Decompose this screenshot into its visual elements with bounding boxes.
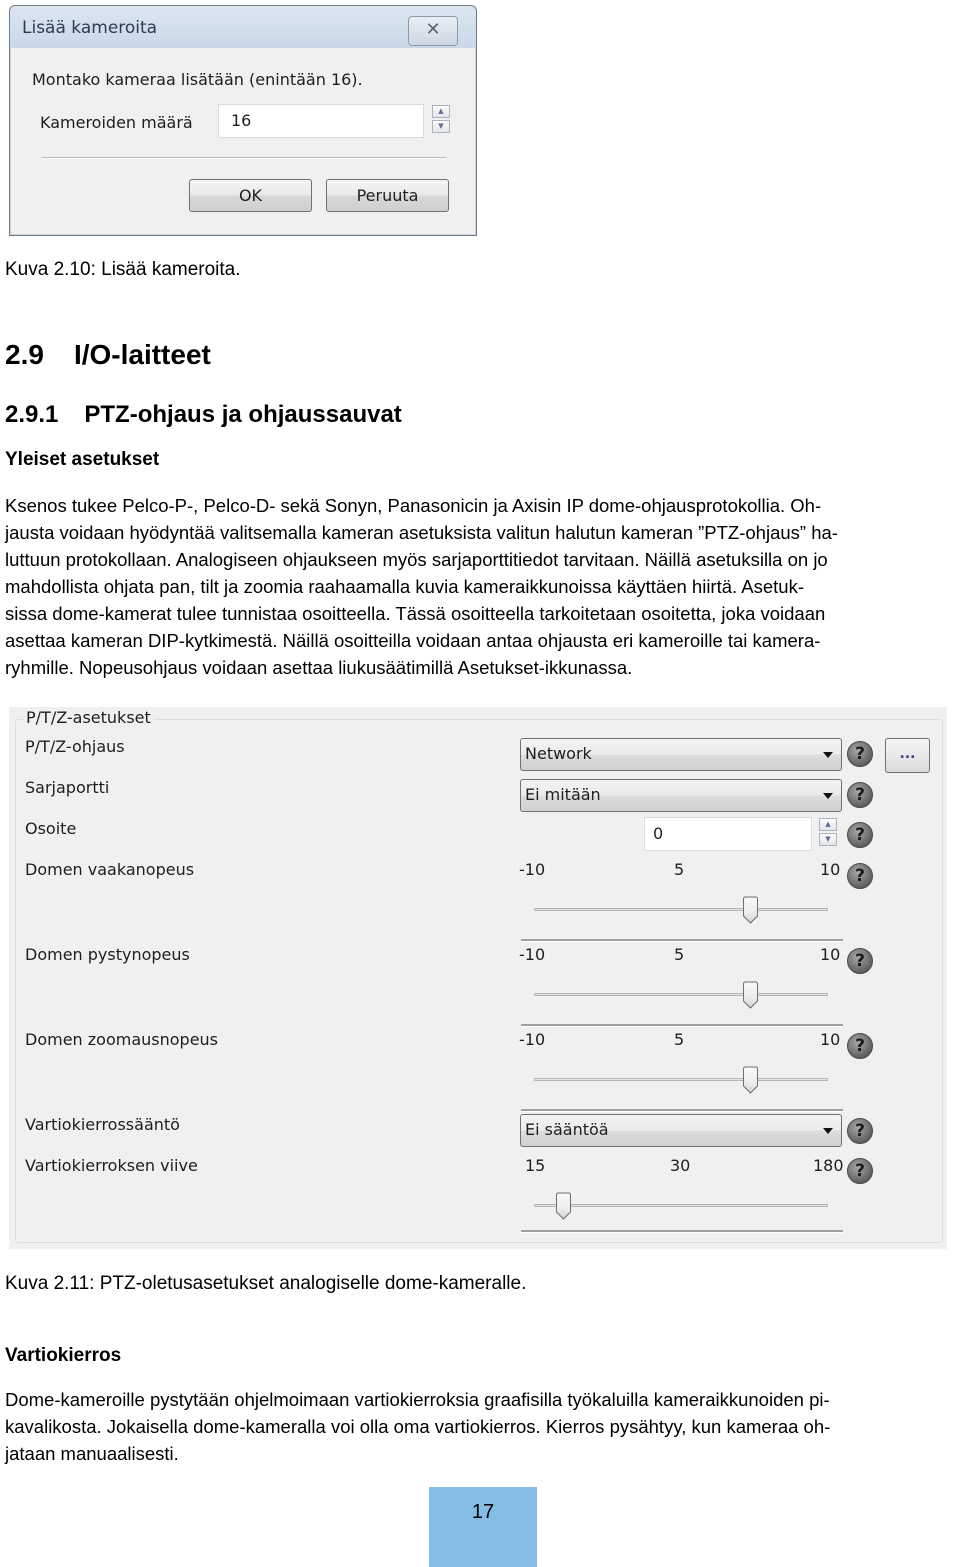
spin-up-button[interactable]: ▲: [432, 105, 450, 118]
zoom-speed-mid: 5: [674, 1030, 685, 1049]
paragraph-line: jausta voidaan hyödyntää valitsemalla ka…: [5, 522, 838, 543]
row-divider: [521, 1109, 843, 1112]
dropdown-arrow-icon: [823, 752, 833, 758]
serial-port-label: Sarjaportti: [25, 778, 110, 797]
patrol-delay-min: 15: [525, 1156, 546, 1175]
serial-port-select[interactable]: Ei mitään: [520, 779, 842, 812]
subsection-title: PTZ-ohjaus ja ohjaussauvat: [84, 401, 402, 428]
spin-up-button[interactable]: ▲: [819, 818, 837, 831]
tilt-speed-min: -10: [519, 945, 546, 964]
figure-caption-2-10: Kuva 2.10: Lisää kameroita.: [5, 259, 241, 280]
help-icon[interactable]: ?: [847, 1118, 873, 1144]
pan-speed-min: -10: [519, 860, 546, 879]
row-divider: [521, 939, 843, 942]
dropdown-arrow-icon: [823, 1128, 833, 1134]
spin-down-button[interactable]: ▼: [819, 833, 837, 846]
section-heading: 2.9 I/O-laitteet: [5, 339, 211, 371]
camera-count-input[interactable]: 16: [218, 104, 424, 138]
patrol-delay-slider-track[interactable]: [534, 1204, 828, 1207]
help-icon[interactable]: ?: [847, 1033, 873, 1059]
paragraph-line: Dome-kameroille pystytään ohjelmoimaan v…: [5, 1389, 830, 1410]
help-icon[interactable]: ?: [847, 1158, 873, 1184]
dialog-title: Lisää kameroita: [22, 18, 158, 38]
paragraph-line: jataan manuaalisesti.: [5, 1443, 179, 1464]
zoom-speed-min: -10: [519, 1030, 546, 1049]
paragraph-line: ryhmille. Nopeusohjaus voidaan asettaa l…: [5, 657, 633, 678]
paragraph-line: luttuun protokollaan. Analogiseen ohjauk…: [5, 549, 828, 570]
address-stepper: ▲ ▼: [819, 818, 837, 848]
close-icon: ✕: [425, 19, 441, 40]
camera-count-label: Kameroiden määrä: [40, 113, 193, 132]
patrol-delay-max: 180: [813, 1156, 844, 1175]
help-icon[interactable]: ?: [847, 822, 873, 848]
zoom-speed-max: 10: [820, 1030, 841, 1049]
heading-patrol: Vartiokierros: [5, 1345, 122, 1366]
paragraph-line: mahdollista ohjata pan, tilt ja zoomia r…: [5, 576, 804, 597]
page-number: 17: [429, 1487, 537, 1567]
zoom-speed-slider-track[interactable]: [534, 1078, 828, 1081]
dialog-prompt: Montako kameraa lisätään (enintään 16).: [32, 70, 363, 89]
zoom-speed-label: Domen zoomausnopeus: [25, 1030, 219, 1049]
tilt-speed-mid: 5: [674, 945, 685, 964]
dialog-divider: [42, 157, 446, 159]
heading-general-settings: Yleiset asetukset: [5, 449, 160, 470]
more-options-button[interactable]: ...: [885, 738, 930, 773]
cancel-button[interactable]: Peruuta: [326, 179, 449, 212]
dialog-body: Montako kameraa lisätään (enintään 16). …: [18, 48, 468, 227]
tilt-speed-label: Domen pystynopeus: [25, 945, 190, 964]
ptz-control-value: Network: [525, 744, 592, 763]
paragraph-line: kavalikosta. Jokaisella dome-kameralla v…: [5, 1416, 831, 1437]
tilt-speed-slider-track[interactable]: [534, 993, 828, 996]
pan-speed-slider-thumb[interactable]: [742, 896, 759, 924]
pan-speed-slider-track[interactable]: [534, 908, 828, 911]
section-number: 2.9: [5, 339, 44, 370]
address-input[interactable]: 0: [644, 817, 812, 851]
row-divider: [521, 1230, 843, 1233]
patrol-delay-slider-thumb[interactable]: [555, 1192, 572, 1220]
paragraph-line: sissa dome-kamerat tulee tunnistaa osoit…: [5, 603, 826, 624]
patrol-delay-label: Vartiokierroksen viive: [25, 1156, 198, 1175]
serial-port-value: Ei mitään: [525, 785, 601, 804]
close-button[interactable]: ✕: [408, 16, 458, 46]
patrol-rule-label: Vartiokierrossääntö: [25, 1115, 180, 1134]
row-divider: [521, 1024, 843, 1027]
tilt-speed-max: 10: [820, 945, 841, 964]
paragraph-patrol: Dome-kameroille pystytään ohjelmoimaan v…: [5, 1386, 960, 1467]
patrol-delay-mid: 30: [670, 1156, 691, 1175]
dialog-titlebar: Lisää kameroita ✕: [10, 6, 476, 48]
section-title: I/O-laitteet: [73, 339, 211, 370]
chevron-down-icon: ▼: [825, 835, 831, 843]
chevron-up-icon: ▲: [438, 107, 444, 115]
chevron-up-icon: ▲: [825, 820, 831, 828]
paragraph-ptz: Ksenos tukee Pelco-P-, Pelco-D- sekä Son…: [5, 492, 960, 681]
figure-caption-2-11: Kuva 2.11: PTZ-oletusasetukset analogise…: [5, 1273, 527, 1294]
patrol-rule-value: Ei sääntöä: [525, 1120, 609, 1139]
camera-count-stepper: ▲ ▼: [432, 105, 450, 135]
paragraph-line: Ksenos tukee Pelco-P-, Pelco-D- sekä Son…: [5, 495, 822, 516]
ptz-settings-panel: P/T/Z-asetukset P/T/Z-ohjaus Network ? .…: [9, 707, 947, 1249]
pan-speed-mid: 5: [674, 860, 685, 879]
dropdown-arrow-icon: [823, 793, 833, 799]
help-icon[interactable]: ?: [847, 948, 873, 974]
address-label: Osoite: [25, 819, 77, 838]
ptz-group-title: P/T/Z-asetukset: [23, 708, 154, 727]
paragraph-line: asettaa kameran DIP-kytkimestä. Näillä o…: [5, 630, 821, 651]
ptz-control-label: P/T/Z-ohjaus: [25, 737, 125, 756]
pan-speed-label: Domen vaakanopeus: [25, 860, 195, 879]
help-icon[interactable]: ?: [847, 782, 873, 808]
ptz-control-select[interactable]: Network: [520, 738, 842, 771]
add-cameras-dialog: Lisää kameroita ✕ Montako kameraa lisätä…: [9, 5, 477, 236]
zoom-speed-slider-thumb[interactable]: [742, 1066, 759, 1094]
help-icon[interactable]: ?: [847, 863, 873, 889]
subsection-heading: 2.9.1 PTZ-ohjaus ja ohjaussauvat: [5, 401, 402, 429]
chevron-down-icon: ▼: [438, 122, 444, 130]
ok-button[interactable]: OK: [189, 179, 312, 212]
patrol-rule-select[interactable]: Ei sääntöä: [520, 1114, 842, 1147]
pan-speed-max: 10: [820, 860, 841, 879]
spin-down-button[interactable]: ▼: [432, 120, 450, 133]
tilt-speed-slider-thumb[interactable]: [742, 981, 759, 1009]
help-icon[interactable]: ?: [847, 741, 873, 767]
subsection-number: 2.9.1: [5, 401, 59, 428]
